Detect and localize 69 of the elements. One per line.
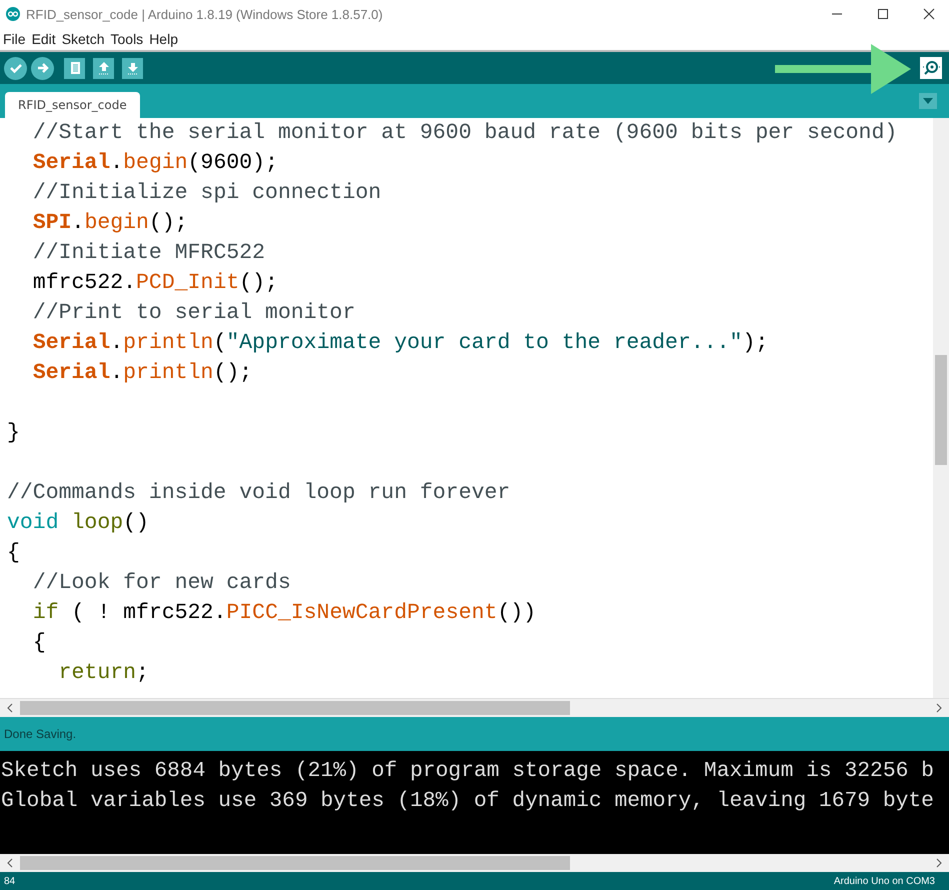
code-keyword: void <box>7 511 59 535</box>
horizontal-scrollbar[interactable] <box>0 698 949 717</box>
code-keyword: Serial <box>32 151 110 175</box>
code-text: . <box>72 211 84 235</box>
code-text: ); <box>742 331 768 355</box>
code-function: println <box>123 361 214 385</box>
code-text: (9600); <box>188 151 278 175</box>
code-text: ; <box>136 661 149 685</box>
chevron-right-icon[interactable] <box>935 858 943 868</box>
menu-item[interactable]: Edit <box>32 31 56 47</box>
code-comment: //Initiate MFRC522 <box>32 241 266 265</box>
code-keyword: if <box>32 601 59 625</box>
code-text: ( ! mfrc522. <box>72 601 226 625</box>
code-function: PCD_Init <box>136 271 240 295</box>
board-port: Arduino Uno on COM3 <box>834 876 936 886</box>
code-comment: //Initialize spi connection <box>32 181 382 205</box>
code-function: PICC_IsNewCardPresent <box>226 601 498 625</box>
console-line: Sketch uses 6884 bytes (21%) of program storage space. Maximum is 32256 b <box>0 758 935 785</box>
app-logo-icon <box>6 7 20 21</box>
menu-item[interactable]: Tools <box>110 31 144 47</box>
menu-item[interactable]: Sketch <box>62 31 104 47</box>
chevron-right-icon[interactable] <box>935 703 943 713</box>
code-comment: //Print to serial monitor <box>32 301 356 325</box>
code-function: begin <box>84 211 149 235</box>
code-keyword: SPI <box>32 211 72 235</box>
code-string: "Approximate your card to the reader..." <box>226 331 742 355</box>
close-icon[interactable] <box>923 8 935 20</box>
code-keyword: Serial <box>32 361 110 385</box>
code-text: ( <box>213 331 226 355</box>
horizontal-scrollbar[interactable] <box>0 854 949 872</box>
menu-item[interactable]: Help <box>149 31 178 47</box>
code-keyword: return <box>58 661 136 685</box>
caret-icon <box>923 98 933 104</box>
tab[interactable]: RFID_sensor_code <box>5 92 140 118</box>
vertical-scrollbar[interactable] <box>933 118 949 698</box>
new-file-button[interactable] <box>64 58 85 78</box>
status-message: Done Saving. <box>4 727 76 741</box>
code-text: mfrc522. <box>32 271 136 295</box>
code-comment: //Look for new cards <box>32 571 291 595</box>
code-function: begin <box>123 151 188 175</box>
code-text: } <box>7 421 20 445</box>
code-text: (); <box>239 271 278 295</box>
window-title: RFID_sensor_code | Arduino 1.8.19 (Windows Store 1.8.57.0) <box>26 6 383 22</box>
code-text: . <box>110 331 124 355</box>
upload-button[interactable] <box>31 56 54 80</box>
console-line: Global variables use 369 bytes (18%) of dynamic memory, leaving 1679 byte <box>0 788 935 815</box>
chevron-left-icon[interactable] <box>6 703 14 713</box>
code-text: (); <box>148 211 188 235</box>
tab-menu-button[interactable] <box>919 93 937 109</box>
maximize-icon[interactable] <box>877 8 889 20</box>
code-text: { <box>7 541 20 565</box>
code-comment: //Start the serial monitor at 9600 baud rate (9600 bits per second) <box>32 121 898 145</box>
open-button[interactable] <box>93 58 114 78</box>
code-text: . <box>110 361 124 385</box>
menu-item[interactable]: File <box>3 31 26 47</box>
chevron-left-icon[interactable] <box>6 858 14 868</box>
serial-monitor-button[interactable] <box>920 57 942 79</box>
verify-button[interactable] <box>4 56 27 80</box>
code-text: { <box>32 631 46 655</box>
code-keyword: loop <box>72 511 124 535</box>
code-text: ()) <box>497 601 536 625</box>
line-number: 84 <box>4 876 16 886</box>
code-keyword: Serial <box>32 331 110 355</box>
code-function: println <box>123 331 214 355</box>
code-comment: //Commands inside void loop run forever <box>7 481 510 505</box>
code-text: () <box>123 511 149 535</box>
code-text: . <box>110 151 124 175</box>
save-button[interactable] <box>122 58 143 78</box>
code-text: (); <box>213 361 252 385</box>
